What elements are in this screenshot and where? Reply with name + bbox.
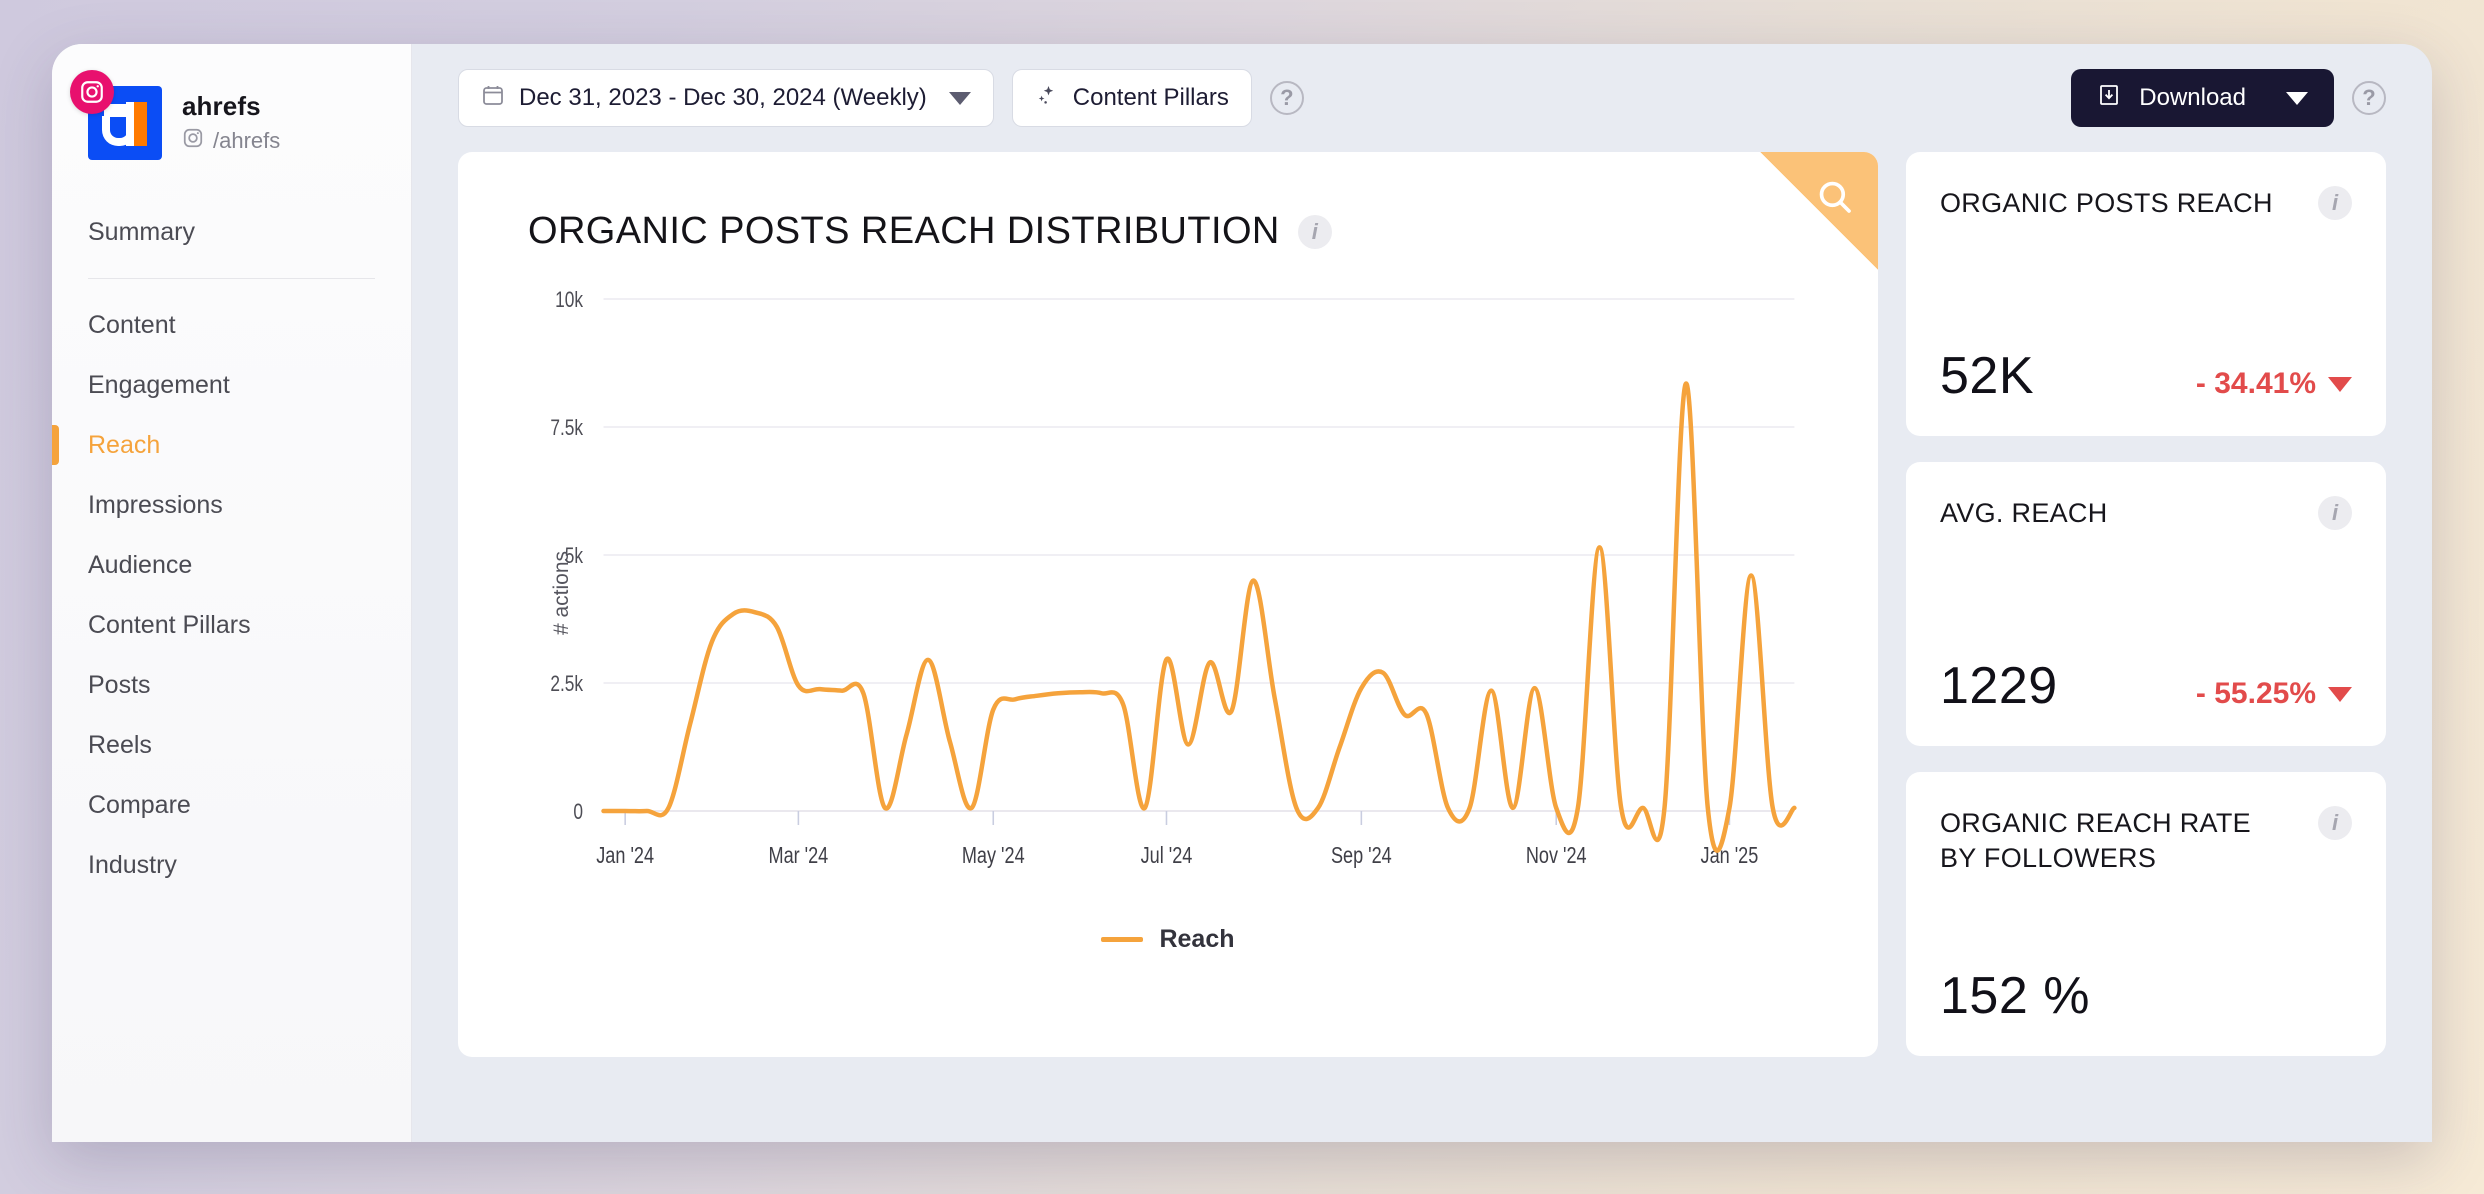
sidebar-item-label: Reels xyxy=(88,730,152,759)
metric-head: AVG. REACH i xyxy=(1940,496,2352,531)
sidebar-item-content[interactable]: Content xyxy=(52,295,411,355)
sidebar-item-label: Audience xyxy=(88,550,193,579)
avatar xyxy=(70,70,162,160)
calendar-icon xyxy=(481,83,505,114)
download-label: Download xyxy=(2139,84,2246,111)
download-button[interactable]: Download xyxy=(2071,69,2334,127)
y-axis-tick-label: 2.5k xyxy=(550,672,583,696)
metric-delta-text: - 34.41% xyxy=(2195,367,2316,400)
y-axis-title: # actions xyxy=(550,550,574,636)
x-axis-tick-label: Jul '24 xyxy=(1141,843,1193,869)
instagram-icon xyxy=(182,127,204,155)
sidebar-item-label: Content xyxy=(88,310,176,339)
sidebar-item-label: Impressions xyxy=(88,490,223,519)
sidebar-item-audience[interactable]: Audience xyxy=(52,535,411,595)
sidebar-item-label: Reach xyxy=(88,430,161,459)
metric-body: 52K - 34.41% xyxy=(1940,346,2352,406)
x-axis-tick-label: Nov '24 xyxy=(1526,843,1587,869)
help-icon-download[interactable]: ? xyxy=(2352,81,2386,115)
metric-body: 152 % xyxy=(1940,966,2352,1026)
metric-card-1: ORGANIC POSTS REACH i 52K - 34.41% xyxy=(1906,152,2386,436)
magnifier-icon xyxy=(1819,181,1851,213)
sidebar-item-summary[interactable]: Summary xyxy=(52,202,411,262)
chart-title-row: ORGANIC POSTS REACH DISTRIBUTION i xyxy=(458,152,1878,253)
help-icon[interactable]: ? xyxy=(1269,81,1304,115)
sidebar-item-label: Compare xyxy=(88,790,191,819)
sidebar-item-reels[interactable]: Reels xyxy=(52,715,411,775)
app-window: ahrefs /ahrefs Summary Content Engagement R… xyxy=(52,44,2432,1142)
brand-header: ahrefs /ahrefs xyxy=(52,44,411,160)
sidebar-item-label: Industry xyxy=(88,850,177,879)
sidebar-nav: Summary Content Engagement Reach Impressions… xyxy=(52,202,411,895)
sidebar-item-posts[interactable]: Posts xyxy=(52,655,411,715)
main-content: Dec 31, 2023 - Dec 30, 2024 (Weekly) Con… xyxy=(412,44,2432,1142)
y-axis-tick-label: 10k xyxy=(555,288,583,312)
chevron-down-icon xyxy=(948,91,971,105)
sidebar-item-content-pillars[interactable]: Content Pillars xyxy=(52,595,411,655)
chart-title: ORGANIC POSTS REACH DISTRIBUTION xyxy=(528,210,1280,252)
content-row: ORGANIC POSTS REACH DISTRIBUTION i # act… xyxy=(412,152,2432,1142)
metric-delta: - 34.41% xyxy=(2196,367,2352,401)
x-axis-tick-label: Jan '25 xyxy=(1701,843,1759,869)
delta-down-icon xyxy=(2328,686,2352,702)
chart-plot-area: # actions 0 2.5k 5k 7.5k 10k Jan '24 Mar '24 Ma… xyxy=(528,283,1818,903)
delta-down-icon xyxy=(2328,376,2352,392)
brand-handle: /ahrefs xyxy=(182,127,280,155)
sidebar-item-reach[interactable]: Reach xyxy=(52,415,411,475)
chart-info-icon[interactable]: i xyxy=(1297,214,1332,249)
instagram-badge-icon xyxy=(70,70,114,114)
zoom-chart-button[interactable] xyxy=(1760,152,1878,270)
reach-line-chart[interactable]: 02.5k5k7.5k10kJan '24 Mar '24 May '24 Jul '… xyxy=(528,283,1818,903)
download-icon xyxy=(2097,83,2121,114)
y-axis-tick-label: 7.5k xyxy=(550,416,583,440)
sidebar-item-engagement[interactable]: Engagement xyxy=(52,355,411,415)
metric-card-2: AVG. REACH i 1229 - 55.25% xyxy=(1906,462,2386,746)
metric-delta: - 55.25% xyxy=(2196,677,2352,711)
brand-handle-text: /ahrefs xyxy=(213,128,281,153)
reach-series-line xyxy=(604,383,1795,850)
metric-value: 152 % xyxy=(1940,967,2090,1025)
x-axis-tick-label: Sep '24 xyxy=(1331,843,1392,869)
sidebar-item-label: Content Pillars xyxy=(88,610,251,639)
legend-label-reach: Reach xyxy=(1159,925,1235,953)
date-range-picker[interactable]: Dec 31, 2023 - Dec 30, 2024 (Weekly) xyxy=(458,69,994,127)
metrics-panel: ORGANIC POSTS REACH i 52K - 34.41% AVG. REAC… xyxy=(1906,152,2386,1142)
content-pillars-button[interactable]: Content Pillars xyxy=(1011,69,1252,127)
x-axis-tick-label: Mar '24 xyxy=(769,843,829,869)
brand-name: ahrefs xyxy=(182,91,261,121)
metric-info-icon[interactable]: i xyxy=(2318,806,2352,840)
metric-card-3: ORGANIC REACH RATE BY FOLLOWERS i 152 % xyxy=(1906,772,2386,1056)
content-pillars-label: Content Pillars xyxy=(1072,84,1229,111)
chevron-down-icon xyxy=(2286,91,2308,105)
sidebar-item-label: Summary xyxy=(88,217,195,246)
y-axis-tick-label: 0 xyxy=(573,800,583,824)
sidebar-item-label: Posts xyxy=(88,670,151,699)
metric-label: ORGANIC REACH RATE BY FOLLOWERS xyxy=(1940,808,2251,873)
legend-swatch-reach xyxy=(1101,937,1144,942)
x-axis-tick-label: Jan '24 xyxy=(596,843,654,869)
metric-head: ORGANIC REACH RATE BY FOLLOWERS i xyxy=(1940,806,2352,875)
sparkle-icon xyxy=(1035,83,1059,114)
sidebar-item-compare[interactable]: Compare xyxy=(52,775,411,835)
metric-info-icon[interactable]: i xyxy=(2318,496,2352,530)
sidebar-item-impressions[interactable]: Impressions xyxy=(52,475,411,535)
metric-info-icon[interactable]: i xyxy=(2318,186,2352,220)
metric-value: 52K xyxy=(1940,347,2035,405)
x-axis-tick-label: May '24 xyxy=(962,843,1025,869)
date-range-label: Dec 31, 2023 - Dec 30, 2024 (Weekly) xyxy=(519,84,927,111)
metric-head: ORGANIC POSTS REACH i xyxy=(1940,186,2352,221)
chart-card: ORGANIC POSTS REACH DISTRIBUTION i # act… xyxy=(458,152,1878,1057)
sidebar-divider xyxy=(88,278,375,279)
metric-body: 1229 - 55.25% xyxy=(1940,656,2352,716)
metric-value: 1229 xyxy=(1940,657,2058,715)
sidebar: ahrefs /ahrefs Summary Content Engagement R… xyxy=(52,44,412,1142)
sidebar-item-industry[interactable]: Industry xyxy=(52,835,411,895)
metric-label: AVG. REACH xyxy=(1940,498,2108,528)
metric-label: ORGANIC POSTS REACH xyxy=(1940,188,2273,218)
sidebar-item-label: Engagement xyxy=(88,370,230,399)
metric-delta-text: - 55.25% xyxy=(2195,677,2316,710)
toolbar: Dec 31, 2023 - Dec 30, 2024 (Weekly) Con… xyxy=(412,44,2432,152)
chart-legend: Reach xyxy=(458,925,1878,954)
